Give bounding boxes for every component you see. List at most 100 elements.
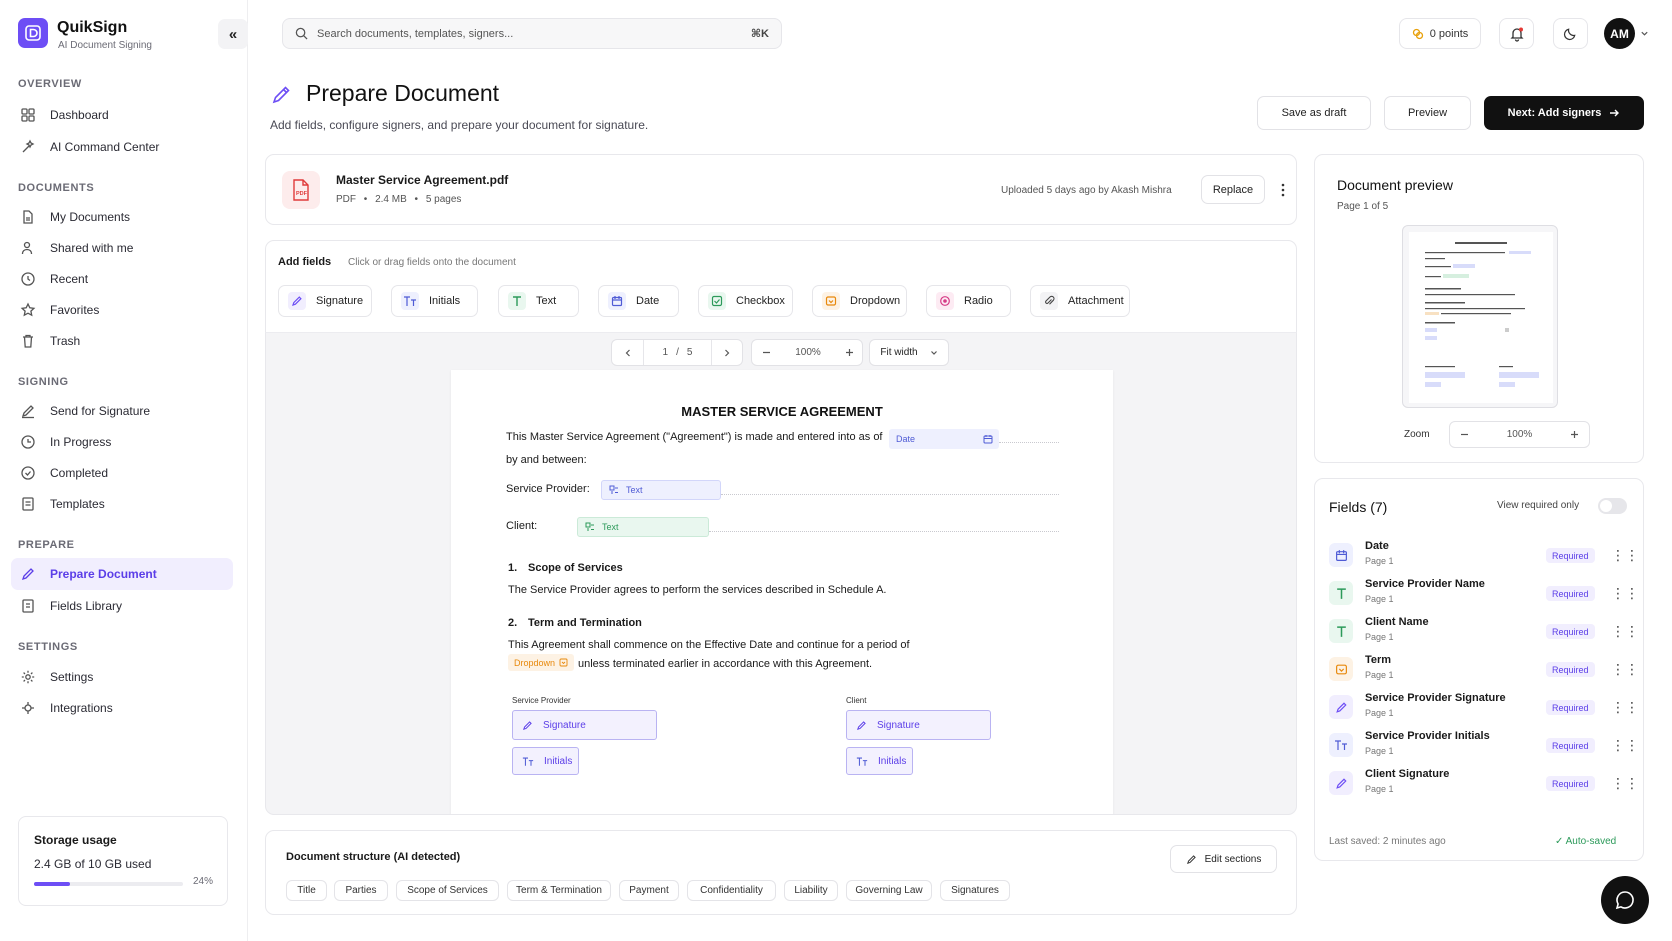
field-date-button[interactable]: Date (598, 285, 679, 317)
client-signature-field[interactable]: Signature (846, 710, 991, 740)
chat-bubble-icon (1614, 889, 1636, 911)
drag-handle-icon[interactable]: ⋮⋮ (1611, 737, 1639, 754)
field-list-item[interactable]: Service Provider Signature Page 1 Requir… (1329, 691, 1639, 727)
drag-handle-icon[interactable]: ⋮⋮ (1611, 585, 1639, 602)
field-signature-button[interactable]: Signature (278, 285, 372, 317)
user-avatar[interactable]: AM (1604, 18, 1635, 49)
drag-handle-icon[interactable]: ⋮⋮ (1611, 661, 1639, 678)
sidebar-item-my-documents[interactable]: My Documents (11, 201, 233, 233)
field-checkbox-button[interactable]: Checkbox (698, 285, 793, 317)
structure-chip[interactable]: Liability (784, 880, 838, 901)
points-badge[interactable]: 0 points (1399, 18, 1481, 49)
sidebar-item-prepare-document[interactable]: Prepare Document (11, 558, 233, 590)
field-list-item[interactable]: Client Signature Page 1 Required ⋮⋮ (1329, 767, 1639, 803)
document-canvas[interactable]: 1 / 5 100% Fit width MASTER SERVICE AGRE… (265, 332, 1297, 815)
sidebar-item-dashboard[interactable]: Dashboard (11, 99, 233, 131)
structure-chip[interactable]: Term & Termination (507, 880, 611, 901)
term-dropdown-field[interactable]: Dropdown (508, 654, 574, 671)
replace-file-button[interactable]: Replace (1201, 175, 1265, 204)
pen-icon (1186, 854, 1197, 865)
client-name-field[interactable]: Text (577, 517, 709, 537)
users-icon (20, 240, 36, 256)
preview-zoom-label: Zoom (1404, 429, 1430, 440)
sparkle-icon (20, 139, 36, 155)
bell-icon (1509, 26, 1525, 42)
structure-chip[interactable]: Confidentiality (687, 880, 776, 901)
sidebar-item-templates[interactable]: Templates (11, 488, 233, 520)
more-options-icon[interactable] (1273, 175, 1293, 204)
field-item-page: Page 1 (1365, 670, 1394, 680)
sidebar-item-integrations[interactable]: Integrations (11, 692, 233, 724)
chat-button[interactable] (1601, 876, 1649, 924)
field-text-button[interactable]: Text (498, 285, 579, 317)
field-attachment-button[interactable]: Attachment (1030, 285, 1130, 317)
preview-zoom-in-button[interactable] (1559, 422, 1589, 447)
theme-toggle-button[interactable] (1553, 18, 1588, 49)
field-dropdown-button[interactable]: Dropdown (812, 285, 907, 317)
edit-sections-button[interactable]: Edit sections (1170, 845, 1277, 873)
preview-button[interactable]: Preview (1384, 96, 1471, 130)
sidebar-item-trash[interactable]: Trash (11, 325, 233, 357)
field-list-item[interactable]: Date Page 1 Required ⋮⋮ (1329, 539, 1639, 575)
sidebar-item-completed[interactable]: Completed (11, 457, 233, 489)
field-radio-button[interactable]: Radio (926, 285, 1011, 317)
preview-zoom-out-button[interactable] (1450, 422, 1480, 447)
provider-name-field[interactable]: Text (601, 480, 721, 500)
fit-width-select[interactable]: Fit width (869, 339, 949, 366)
save-draft-button[interactable]: Save as draft (1257, 96, 1371, 130)
page-indicator[interactable]: 1 / 5 (644, 340, 712, 365)
sidebar-item-label: Recent (50, 272, 89, 286)
required-only-toggle[interactable] (1598, 498, 1627, 514)
provider-signature-field[interactable]: Signature (512, 710, 657, 740)
field-list-item[interactable]: Service Provider Initials Page 1 Require… (1329, 729, 1639, 765)
field-item-page: Page 1 (1365, 594, 1394, 604)
chevron-down-icon[interactable] (1640, 29, 1649, 38)
sidebar-item-settings[interactable]: Settings (11, 661, 233, 693)
drag-handle-icon[interactable]: ⋮⋮ (1611, 547, 1639, 564)
preview-title: Document preview (1337, 177, 1453, 193)
thumbnail-page-lines (1425, 242, 1539, 387)
field-list-item[interactable]: Client Name Page 1 Required ⋮⋮ (1329, 615, 1639, 651)
search-bar[interactable]: Search documents, templates, signers... … (282, 18, 782, 49)
sidebar-item-fields-library[interactable]: Fields Library (11, 590, 233, 622)
storage-progress-fill (34, 882, 70, 886)
structure-chip[interactable]: Parties (334, 880, 388, 901)
sidebar-item-shared-with-me[interactable]: Shared with me (11, 232, 233, 264)
structure-chip[interactable]: Governing Law (846, 880, 932, 901)
drag-handle-icon[interactable]: ⋮⋮ (1611, 699, 1639, 716)
sidebar-item-in-progress[interactable]: In Progress (11, 426, 233, 458)
required-badge: Required (1546, 738, 1595, 753)
fields-list-title: Fields (7) (1329, 499, 1388, 515)
document-thumbnail[interactable] (1402, 225, 1558, 408)
structure-chip[interactable]: Title (286, 880, 327, 901)
document-page[interactable]: MASTER SERVICE AGREEMENT This Master Ser… (451, 370, 1113, 814)
structure-chip[interactable]: Signatures (940, 880, 1010, 901)
date-field[interactable]: Date (889, 429, 999, 449)
drag-handle-icon[interactable]: ⋮⋮ (1611, 775, 1639, 792)
zoom-in-button[interactable] (836, 340, 862, 365)
next-add-signers-button[interactable]: Next: Add signers (1484, 96, 1644, 130)
structure-chip[interactable]: Payment (619, 880, 679, 901)
field-list-item[interactable]: Term Page 1 Required ⋮⋮ (1329, 653, 1639, 689)
drag-handle-icon[interactable]: ⋮⋮ (1611, 623, 1639, 640)
field-list-item[interactable]: Service Provider Name Page 1 Required ⋮⋮ (1329, 577, 1639, 613)
pen-icon (1329, 695, 1353, 719)
collapse-sidebar-button[interactable]: « (218, 19, 248, 49)
next-page-button[interactable] (712, 340, 742, 365)
notifications-button[interactable] (1499, 18, 1534, 49)
storage-title: Storage usage (34, 833, 117, 847)
field-item-name: Service Provider Name (1365, 578, 1485, 590)
radio-icon (936, 292, 954, 310)
app-logo-icon[interactable] (18, 18, 48, 48)
sidebar-item-label: In Progress (50, 435, 112, 449)
zoom-out-button[interactable] (752, 340, 780, 365)
sidebar-item-favorites[interactable]: Favorites (11, 294, 233, 326)
field-initials-button[interactable]: Initials (391, 285, 478, 317)
sidebar-item-send-for-signature[interactable]: Send for Signature (11, 395, 233, 427)
client-initials-field[interactable]: Initials (846, 747, 913, 775)
sidebar-item-ai-command-center[interactable]: AI Command Center (11, 131, 233, 163)
provider-initials-field[interactable]: Initials (512, 747, 579, 775)
prev-page-button[interactable] (612, 340, 644, 365)
sidebar-item-recent[interactable]: Recent (11, 263, 233, 295)
structure-chip[interactable]: Scope of Services (396, 880, 499, 901)
